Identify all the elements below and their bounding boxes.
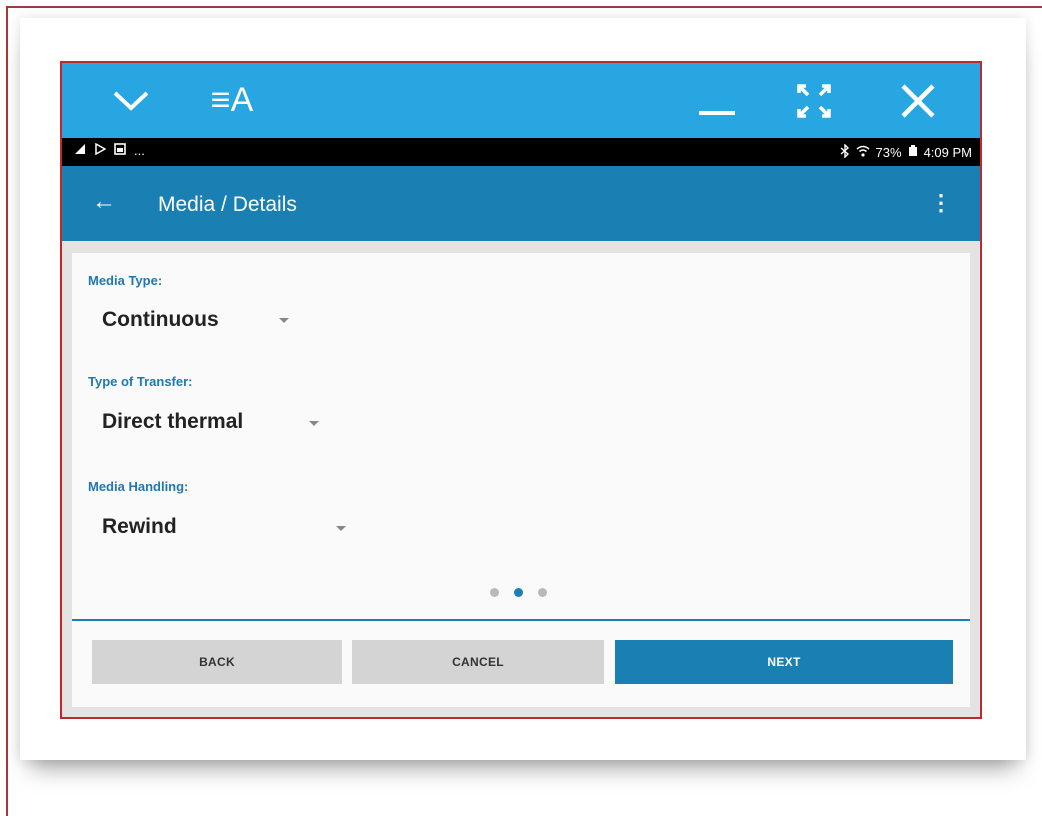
transfer-type-label: Type of Transfer: [88, 374, 193, 389]
image-icon [114, 143, 126, 158]
details-form: Media Type: Continuous Type of Transfer:… [72, 253, 970, 707]
media-handling-value: Rewind [102, 515, 177, 538]
media-type-value: Continuous [102, 308, 219, 331]
dropdown-caret-icon [279, 318, 289, 323]
page-dot [490, 588, 499, 597]
media-type-label: Media Type: [88, 273, 163, 288]
minimize-icon[interactable] [687, 63, 747, 138]
battery-icon [908, 145, 918, 160]
chevron-down-icon[interactable] [106, 63, 156, 138]
cancel-button[interactable]: CANCEL [352, 640, 604, 684]
wifi-icon [856, 145, 870, 160]
page-dot-active [514, 588, 523, 597]
next-button[interactable]: NEXT [615, 640, 953, 684]
close-icon[interactable] [888, 63, 948, 138]
media-handling-label: Media Handling: [88, 479, 189, 494]
signal-icon [74, 143, 86, 158]
back-arrow-icon[interactable]: ← [92, 188, 116, 216]
page-title: Media / Details [158, 193, 297, 216]
bluetooth-icon [840, 143, 850, 161]
play-store-icon [94, 142, 107, 158]
dropdown-caret-icon [336, 526, 346, 531]
clock: 4:09 PM [923, 145, 972, 160]
app-window: ≡A ... 73% 4:09 PM ← Media / Details ⋮ M… [60, 61, 982, 719]
page-dot [538, 588, 547, 597]
fullscreen-icon[interactable] [784, 63, 844, 138]
logo-icon: ≡A [202, 63, 262, 138]
title-bar: ≡A [62, 63, 980, 138]
back-button[interactable]: BACK [92, 640, 342, 684]
dropdown-caret-icon [309, 421, 319, 426]
divider [72, 619, 970, 621]
android-status-bar: ... 73% 4:09 PM [62, 138, 980, 166]
logo-text: ≡A [210, 81, 254, 119]
overflow-menu-icon[interactable]: ⋮ [930, 190, 952, 216]
more-notifications: ... [134, 143, 145, 158]
transfer-type-value: Direct thermal [102, 410, 244, 433]
battery-percent: 73% [875, 145, 902, 160]
app-bar: ← Media / Details ⋮ [62, 166, 980, 241]
